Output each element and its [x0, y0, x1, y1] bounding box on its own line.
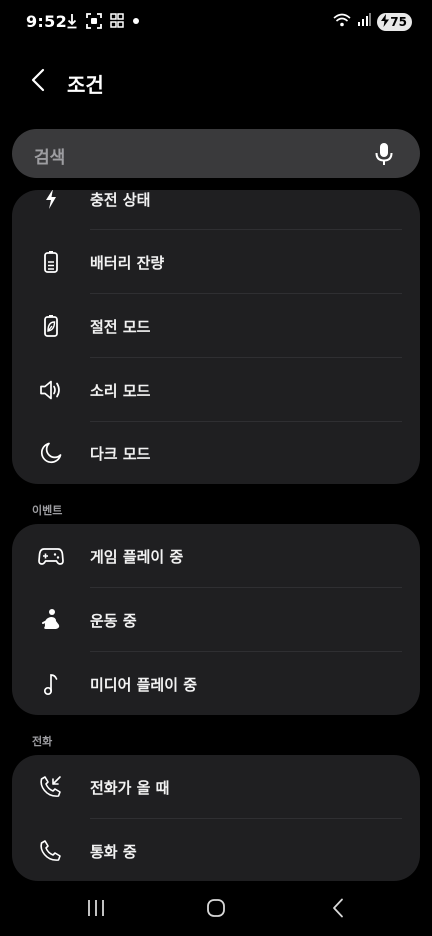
- power-saving-icon: [38, 313, 64, 339]
- list-item-battery-level[interactable]: 배터리 잔량: [12, 230, 420, 293]
- events-card: 게임 플레이 중 운동 중 미디어 플레이 중: [12, 524, 420, 715]
- gamepad-icon: [38, 543, 64, 569]
- home-icon: [206, 898, 226, 922]
- list-item-label: 다크 모드: [90, 444, 151, 463]
- list-item-power-saving[interactable]: 절전 모드: [12, 294, 420, 357]
- phone-icon: [38, 838, 64, 864]
- list-item-charging-status[interactable]: 충전 상태: [12, 190, 420, 230]
- search-placeholder: 검색: [34, 148, 66, 168]
- recents-icon: [87, 899, 105, 921]
- section-header-calls: 전화: [32, 735, 53, 748]
- search-field[interactable]: 검색: [12, 129, 420, 178]
- navigation-bar: [0, 884, 432, 936]
- battery-level: 75: [390, 14, 407, 29]
- music-note-icon: [38, 671, 64, 697]
- recents-button[interactable]: [76, 896, 116, 924]
- back-chevron-icon: [31, 68, 45, 96]
- exercise-icon: [38, 607, 64, 633]
- lightning-icon: [38, 190, 64, 212]
- grid-icon: [110, 13, 124, 33]
- list-item-label: 게임 플레이 중: [90, 547, 184, 566]
- speaker-icon: [38, 377, 64, 403]
- home-button[interactable]: [196, 896, 236, 924]
- download-icon: [66, 13, 78, 33]
- section-header-events: 이벤트: [32, 504, 63, 517]
- wifi-icon: [333, 12, 351, 31]
- mic-icon[interactable]: [372, 141, 396, 167]
- list-item-on-call[interactable]: 통화 중: [12, 819, 420, 881]
- incoming-call-icon: [38, 774, 64, 800]
- list-item-label: 미디어 플레이 중: [90, 675, 198, 694]
- battery-icon: [38, 249, 64, 275]
- list-item-sound-mode[interactable]: 소리 모드: [12, 358, 420, 421]
- list-item-label: 절전 모드: [90, 317, 151, 336]
- back-button[interactable]: [24, 68, 52, 96]
- list-item-gaming[interactable]: 게임 플레이 중: [12, 524, 420, 587]
- calls-card: 전화가 올 때 통화 중: [12, 755, 420, 881]
- nav-back-button[interactable]: [318, 896, 358, 924]
- status-bar: 9:52 75: [0, 0, 432, 44]
- back-icon: [331, 898, 345, 922]
- status-time: 9:52: [26, 12, 67, 31]
- list-item-label: 운동 중: [90, 611, 137, 630]
- app-bar: 조건: [0, 60, 432, 104]
- list-item-label: 소리 모드: [90, 381, 151, 400]
- list-item-media-playing[interactable]: 미디어 플레이 중: [12, 652, 420, 715]
- list-item-incoming-call[interactable]: 전화가 올 때: [12, 755, 420, 818]
- status-notification-icons: [66, 13, 140, 33]
- moon-icon: [38, 440, 64, 466]
- battery-indicator: 75: [377, 12, 412, 31]
- charging-icon: [380, 13, 390, 30]
- list-item-exercising[interactable]: 운동 중: [12, 588, 420, 651]
- list-item-label: 통화 중: [90, 842, 137, 861]
- status-system-icons: 75: [333, 12, 412, 31]
- dot-icon: [132, 13, 140, 33]
- list-item-dark-mode[interactable]: 다크 모드: [12, 421, 420, 484]
- page-title: 조건: [67, 73, 104, 97]
- list-item-label: 전화가 올 때: [90, 778, 170, 797]
- screenshot-icon: [86, 13, 102, 33]
- list-item-label: 배터리 잔량: [90, 253, 165, 272]
- list-item-label: 충전 상태: [90, 190, 151, 209]
- signal-icon: [357, 12, 372, 31]
- conditions-card: 충전 상태 배터리 잔량 절전 모드 소리 모드 다크 모드: [12, 190, 420, 484]
